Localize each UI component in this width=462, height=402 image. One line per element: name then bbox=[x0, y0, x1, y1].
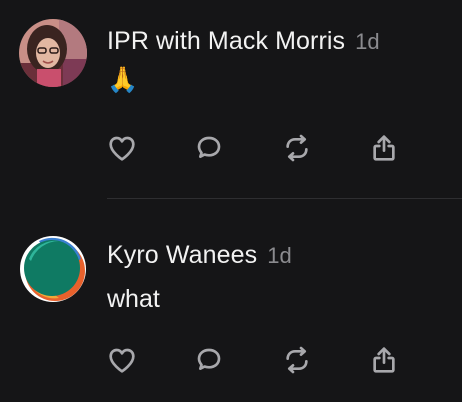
speech-bubble-icon bbox=[197, 348, 221, 370]
repost-icon bbox=[286, 346, 308, 374]
repost-button[interactable] bbox=[280, 343, 314, 377]
avatar[interactable] bbox=[19, 19, 87, 87]
share-button[interactable] bbox=[367, 131, 401, 165]
author-name[interactable]: IPR with Mack Morris bbox=[107, 27, 345, 55]
like-button[interactable] bbox=[105, 343, 139, 377]
repost-button[interactable] bbox=[280, 131, 314, 165]
comment-button[interactable] bbox=[192, 343, 226, 377]
author-name[interactable]: Kyro Wanees bbox=[107, 241, 257, 269]
like-button[interactable] bbox=[105, 131, 139, 165]
speech-bubble-icon bbox=[197, 136, 221, 158]
heart-icon bbox=[109, 348, 135, 373]
share-button[interactable] bbox=[367, 343, 401, 377]
heart-icon bbox=[109, 136, 135, 161]
share-icon bbox=[373, 135, 395, 161]
post-timestamp: 1d bbox=[355, 29, 380, 54]
comment-button[interactable] bbox=[192, 131, 226, 165]
post-text: 🙏 bbox=[107, 66, 139, 94]
post-item[interactable]: Kyro Wanees 1d what bbox=[0, 199, 462, 402]
avatar-photo bbox=[19, 19, 87, 87]
avatar[interactable] bbox=[19, 235, 87, 303]
share-icon bbox=[373, 347, 395, 373]
post-text: what bbox=[107, 285, 160, 313]
repost-icon bbox=[286, 134, 308, 162]
post-timestamp: 1d bbox=[267, 243, 292, 268]
post-item[interactable]: IPR with Mack Morris 1d 🙏 bbox=[0, 0, 462, 198]
avatar-logo bbox=[20, 236, 86, 302]
